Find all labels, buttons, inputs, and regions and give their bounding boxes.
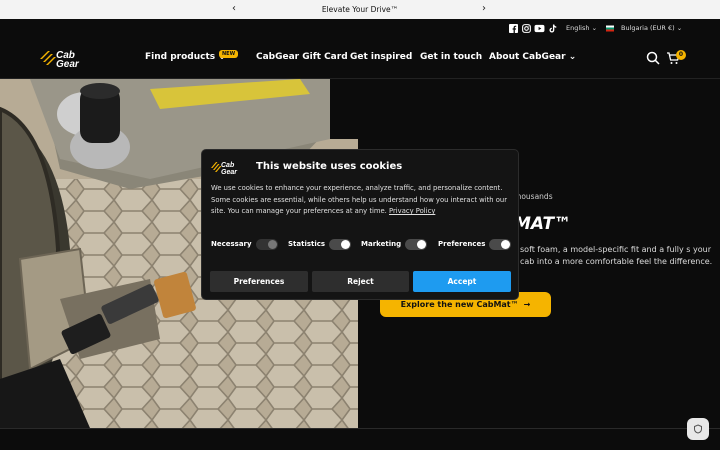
- toggle-statistics[interactable]: [329, 239, 351, 250]
- chat-widget-button[interactable]: [687, 418, 709, 440]
- toggle-marketing-label: Marketing: [361, 240, 402, 248]
- tiktok-icon[interactable]: [548, 24, 557, 33]
- hero-description: soft foam, a model-specific fit and a fu…: [520, 245, 713, 266]
- cookie-dialog-title: This website uses cookies: [256, 161, 403, 172]
- cookie-dialog-body: We use cookies to enhance your experienc…: [211, 184, 507, 215]
- explore-cabmat-label: Explore the new CabMat™: [400, 300, 519, 309]
- cookie-dialog-text: We use cookies to enhance your experienc…: [211, 183, 511, 218]
- announcement-text: Elevate Your Drive™: [321, 5, 399, 14]
- utility-bar: English ⌄ Bulgaria (EUR €) ⌄: [0, 19, 720, 39]
- chat-shield-icon: [694, 424, 702, 434]
- new-badge: NEW: [219, 50, 239, 58]
- toggle-statistics-label: Statistics: [288, 240, 326, 248]
- toggle-marketing[interactable]: [405, 239, 427, 250]
- search-icon[interactable]: [646, 51, 660, 65]
- main-navigation: Cab Gear Find products ⌄ NEW CabGear Gif…: [0, 39, 720, 79]
- svg-text:Gear: Gear: [221, 169, 238, 175]
- footer-strip: [0, 428, 720, 450]
- instagram-icon[interactable]: [522, 24, 531, 33]
- toggle-necessary-label: Necessary: [211, 240, 252, 248]
- chevron-right-icon[interactable]: ›: [482, 3, 486, 14]
- language-label: English: [566, 24, 590, 32]
- currency-selector[interactable]: Bulgaria (EUR €) ⌄: [621, 24, 682, 32]
- svg-text:Cab: Cab: [221, 162, 235, 169]
- youtube-icon[interactable]: [534, 24, 545, 33]
- cart-count-badge: 0: [676, 50, 686, 60]
- cookie-dialog-logo: Cab Gear: [211, 162, 238, 175]
- currency-label: Bulgaria (EUR €): [621, 24, 675, 32]
- chevron-left-icon[interactable]: ‹: [232, 3, 236, 14]
- cookie-consent-dialog: Cab Gear This website uses cookies We us…: [201, 149, 519, 300]
- nav-find-products[interactable]: Find products ⌄: [145, 52, 226, 62]
- nav-about[interactable]: About CabGear ⌄: [489, 52, 576, 62]
- cookie-preferences-button[interactable]: Preferences: [210, 271, 308, 292]
- nav-get-inspired[interactable]: Get inspired: [350, 52, 412, 62]
- privacy-policy-link[interactable]: Privacy Policy: [389, 207, 435, 215]
- chevron-down-icon: ⌄: [568, 52, 577, 62]
- arrow-right-icon: →: [523, 300, 531, 309]
- svg-text:Gear: Gear: [56, 59, 80, 69]
- announcement-bar: ‹ Elevate Your Drive™ ›: [0, 0, 720, 19]
- language-selector[interactable]: English ⌄: [566, 24, 597, 32]
- cabgear-logo[interactable]: Cab Gear: [38, 47, 100, 69]
- toggle-preferences[interactable]: [489, 239, 511, 250]
- hero-title: MAT™: [514, 214, 572, 234]
- cookie-reject-button[interactable]: Reject: [312, 271, 409, 292]
- facebook-icon[interactable]: [509, 24, 518, 33]
- toggle-preferences-label: Preferences: [438, 240, 486, 248]
- nav-get-in-touch[interactable]: Get in touch: [420, 52, 482, 62]
- chevron-down-icon: ⌄: [676, 24, 683, 32]
- nav-gift-card[interactable]: CabGear Gift Card: [256, 52, 348, 62]
- cookie-accept-button[interactable]: Accept: [413, 271, 511, 292]
- bulgaria-flag-icon: [606, 25, 614, 32]
- cookie-toggles: Necessary Statistics Marketing Preferenc…: [211, 239, 511, 251]
- nav-find-products-label: Find products: [145, 52, 216, 62]
- nav-about-label: About CabGear: [489, 52, 566, 62]
- toggle-necessary: [256, 239, 278, 250]
- chevron-down-icon: ⌄: [591, 24, 598, 32]
